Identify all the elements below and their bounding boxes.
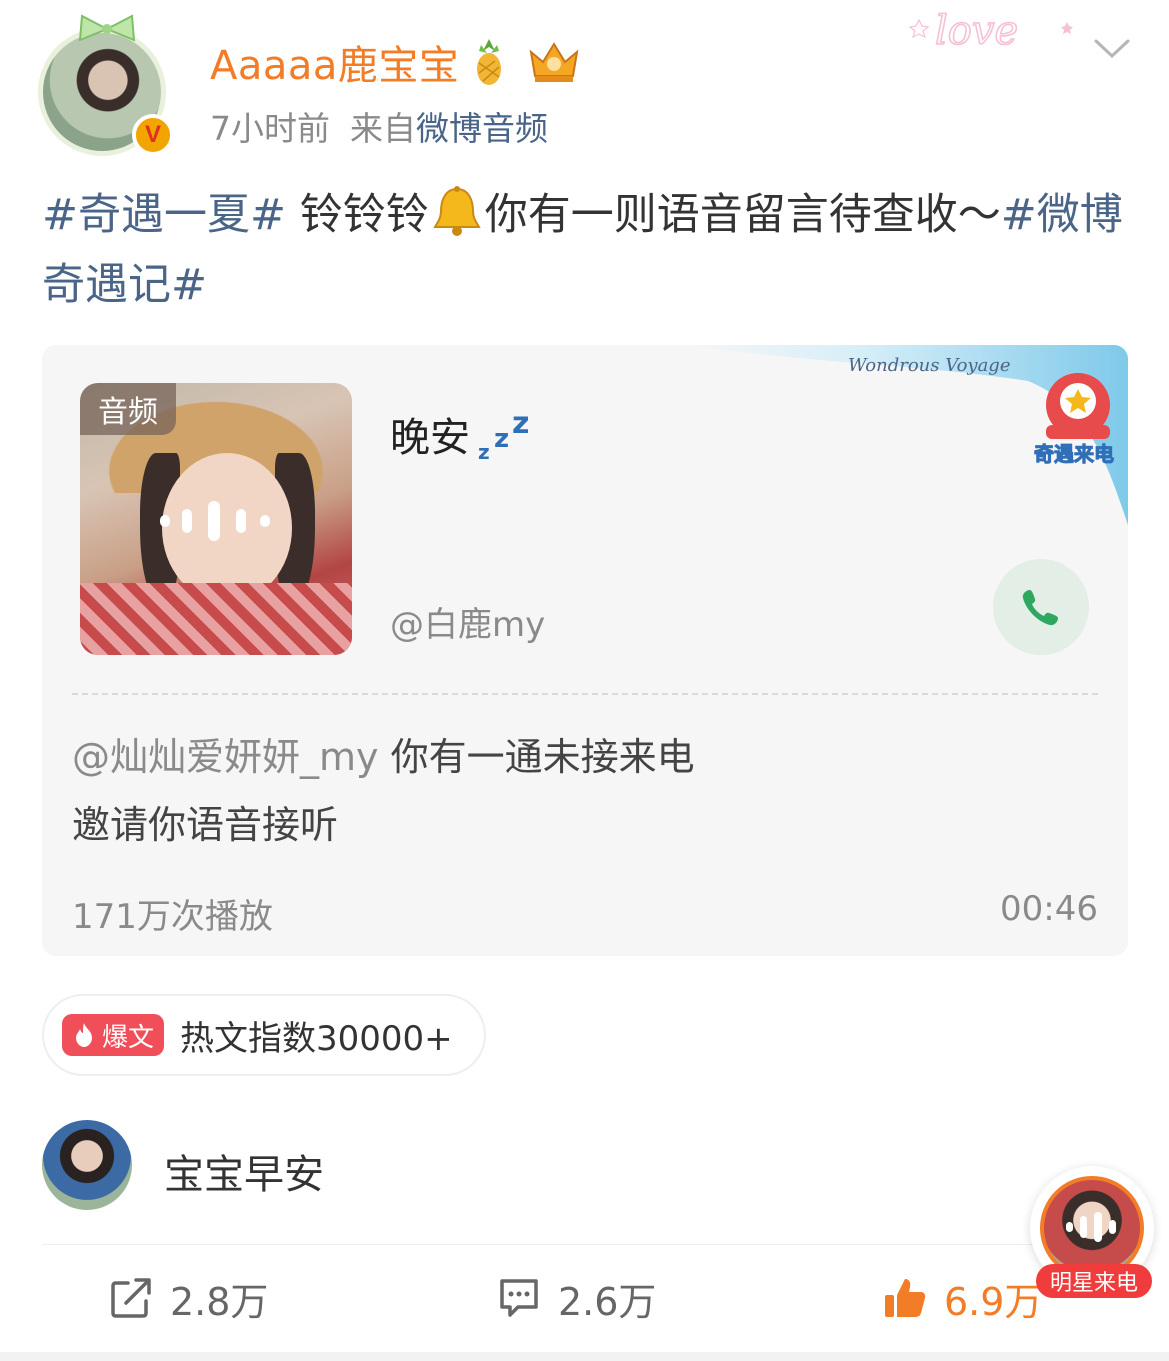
hot-index-text: 热文指数30000+: [180, 1018, 453, 1059]
play-count: 171万次播放: [72, 897, 273, 937]
share-button[interactable]: 2.8万: [108, 1268, 268, 1328]
commenter-avatar[interactable]: [42, 1120, 132, 1210]
comment-icon: [500, 1279, 538, 1317]
divider: [72, 693, 1098, 695]
post-content: #奇遇一夏# 铃铃铃 你有一则语音留言待查收～#微博奇遇记#: [42, 180, 1132, 320]
audio-badge: 音频: [80, 383, 176, 435]
thumb-photo: [80, 583, 352, 655]
hot-tag-label: 爆文: [102, 1022, 155, 1053]
audio-wave-icon: [1066, 1212, 1116, 1242]
username[interactable]: Aaaaa鹿宝宝: [210, 33, 459, 91]
share-count: 2.8万: [170, 1279, 269, 1324]
post-header: V Aaaaa鹿宝宝 7小时前 来自微博音频 love: [0, 0, 1169, 170]
desc-text: 邀请你语音接听: [72, 803, 339, 847]
topic-link[interactable]: #奇遇一夏#: [42, 190, 286, 240]
svg-text:z: z: [478, 440, 490, 463]
audio-card[interactable]: Wondrous Voyage 奇遇来电 音频 晚安 z z z @白鹿my @…: [42, 345, 1128, 956]
star-call-floating-button[interactable]: 明星来电: [1024, 1160, 1169, 1300]
post-source-link[interactable]: 微博音频: [416, 109, 548, 148]
comment-button[interactable]: 2.6万: [496, 1268, 656, 1328]
audio-author[interactable]: @白鹿my: [390, 597, 545, 646]
post-text-part: 你有一则语音留言待查收～: [484, 190, 1001, 240]
bell-icon: [433, 186, 481, 236]
pineapple-icon: [477, 39, 502, 85]
audio-description: @灿灿爱妍妍_my 你有一通未接来电 邀请你语音接听: [72, 723, 1072, 859]
comment-text[interactable]: 宝宝早安: [164, 1142, 324, 1200]
wondrous-voyage-banner-icon: Wondrous Voyage 奇遇来电: [688, 345, 1128, 525]
bow-icon: [78, 14, 136, 42]
audio-title-text: 晚安: [390, 415, 470, 461]
sleep-zzz-icon: z z z: [478, 407, 529, 463]
audio-wave-icon[interactable]: [158, 501, 274, 541]
thumbs-up-icon: [885, 1279, 926, 1317]
verified-badge-icon: V: [132, 114, 174, 156]
bottom-separator: [0, 1352, 1169, 1361]
phone-icon: [1022, 590, 1058, 626]
vip-crown-icon: [529, 42, 579, 82]
audio-duration: 00:46: [1000, 889, 1098, 929]
comment-count: 2.6万: [558, 1279, 657, 1324]
chevron-down-icon[interactable]: [1092, 36, 1132, 62]
svg-text:z: z: [494, 424, 509, 454]
like-button[interactable]: 6.9万: [882, 1268, 1042, 1328]
hot-index-badge[interactable]: 爆文 热文指数30000+: [42, 994, 486, 1076]
desc-text: 你有一通未接来电: [378, 735, 695, 779]
flame-icon: [76, 1023, 92, 1047]
call-button[interactable]: [993, 559, 1089, 655]
user-avatar[interactable]: V: [38, 14, 178, 158]
post-text-part: 铃铃铃: [286, 190, 429, 240]
star-call-label: 明星来电: [1036, 1264, 1152, 1298]
post-time: 7小时前: [210, 109, 330, 148]
share-icon: [111, 1278, 151, 1318]
source-prefix: 来自: [350, 109, 416, 148]
mention-link[interactable]: @灿灿爱妍妍_my: [72, 735, 379, 779]
svg-text:z: z: [512, 407, 529, 441]
post-meta: 7小时前 来自微博音频: [210, 102, 548, 150]
svg-text:奇遇来电: 奇遇来电: [1034, 442, 1114, 466]
divider: [42, 1244, 1128, 1245]
svg-text:Wondrous Voyage: Wondrous Voyage: [848, 355, 1010, 376]
svg-text:love: love: [935, 8, 1018, 54]
audio-title: 晚安 z z z: [390, 405, 534, 463]
love-decoration-icon: love: [908, 7, 1073, 55]
hot-tag: 爆文: [62, 1014, 165, 1056]
audio-thumbnail[interactable]: 音频: [80, 383, 352, 655]
